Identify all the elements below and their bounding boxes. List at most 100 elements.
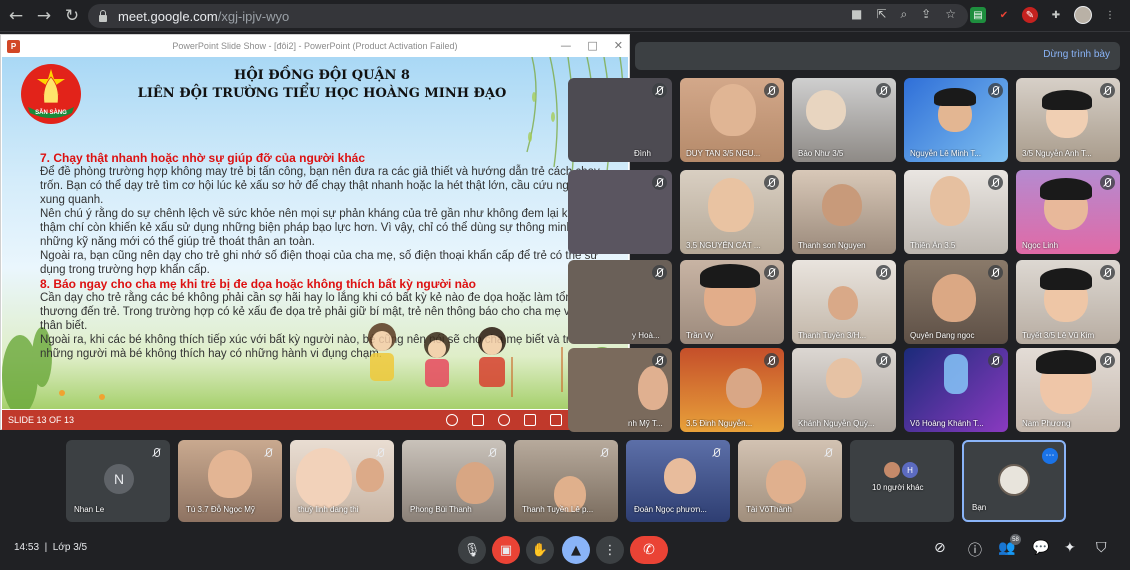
participant-name: Nhan Le <box>74 505 105 514</box>
participant-name: Đoàn Ngọc phươn... <box>634 505 707 514</box>
mute-all-icon[interactable]: ⊘ <box>934 540 946 556</box>
search-icon[interactable]: ⌕ <box>900 7 907 22</box>
participant-tile[interactable]: 3/5 Nguyễn Anh T... <box>1016 78 1120 162</box>
mic-off-icon <box>988 83 1003 98</box>
participant-tile[interactable]: thuỳ linh dang thi <box>290 440 394 522</box>
participant-tile[interactable] <box>568 170 672 254</box>
previous-slide-icon[interactable] <box>446 414 458 426</box>
participant-name: Ngọc Linh <box>1022 241 1059 250</box>
extension-check-icon[interactable]: ✔ <box>996 7 1012 23</box>
participant-tile[interactable]: 3.5 Đinh Nguyễn... <box>680 348 784 432</box>
bookmark-star-icon[interactable]: ☆ <box>945 7 956 22</box>
participant-tile[interactable]: Ngọc Linh <box>1016 170 1120 254</box>
stop-presenting-button[interactable]: Dừng trình bày <box>1043 49 1110 60</box>
more-options-icon[interactable]: ⋯ <box>1042 448 1058 464</box>
mic-off-icon <box>652 83 667 98</box>
present-button[interactable]: ▲ <box>562 536 590 564</box>
pen-tool-icon[interactable] <box>472 414 484 426</box>
menu-kebab-icon[interactable]: ⋮ <box>1102 7 1118 23</box>
meeting-name: Lớp 3/5 <box>52 542 88 553</box>
host-controls-icon[interactable]: ⛉ <box>1096 540 1107 556</box>
participant-tile[interactable]: DUY TAN 3/5 NGU... <box>680 78 784 162</box>
participant-tile[interactable]: Tuyết 3/5 Lê Vũ Kim <box>1016 260 1120 344</box>
more-options-button[interactable]: ⋮ <box>596 536 624 564</box>
participant-tile[interactable]: Thiên Ân 3.5 <box>904 170 1008 254</box>
participant-name: Nguyễn Lê Minh T... <box>910 149 982 158</box>
mic-off-icon <box>1100 353 1115 368</box>
slide-canvas: SẴN SÀNG HỘI ĐỒNG ĐỘI QUẬN 8 LIÊN ĐỘI TR… <box>2 57 628 409</box>
slide-view-icon[interactable] <box>524 414 536 426</box>
participant-tile[interactable]: Khánh Nguyễn Quỳ... <box>792 348 896 432</box>
participant-tile[interactable]: Thanh son Nguyen <box>792 170 896 254</box>
participant-name: Thiên Ân 3.5 <box>910 241 956 250</box>
address-bar[interactable]: meet.google.com /xgj-ipjv-wyo ■ ⇱ ⌕ ⇪ ☆ <box>88 4 968 28</box>
mic-off-icon <box>764 175 779 190</box>
mic-off-icon <box>822 446 836 460</box>
cartoon-children-illustration <box>368 323 506 387</box>
self-avatar <box>998 464 1030 496</box>
mic-off-icon <box>150 446 164 460</box>
info-icon[interactable]: ⓘ <box>968 540 982 560</box>
participant-name: Tài VõThành <box>746 505 792 514</box>
extension-red-icon[interactable]: ✎ <box>1022 7 1038 23</box>
microphone-button[interactable]: 🎙 <box>458 536 486 564</box>
chat-icon[interactable]: 💬 <box>1032 540 1049 556</box>
mic-off-icon <box>1100 83 1115 98</box>
participant-tile[interactable]: Tú 3.7 Đỗ Ngọc Mỹ <box>178 440 282 522</box>
share-icon[interactable]: ⇪ <box>921 7 931 22</box>
grid-view-icon[interactable] <box>550 414 562 426</box>
participant-tile[interactable]: 3.5 NGUYỄN CÁT ... <box>680 170 784 254</box>
participant-tile[interactable]: Nguyễn Lê Minh T... <box>904 78 1008 162</box>
activities-icon[interactable]: ✦ <box>1064 540 1076 556</box>
powerpoint-titlebar: P PowerPoint Slide Show - [đôi2] - Power… <box>1 35 629 57</box>
mic-off-icon <box>1100 175 1115 190</box>
participant-tile[interactable]: Phong Bùi Thanh <box>402 440 506 522</box>
participant-tile[interactable]: Đình <box>568 78 672 162</box>
leave-call-button[interactable]: ✆ <box>630 536 668 564</box>
mic-off-icon <box>988 175 1003 190</box>
emblem-text: SẴN SÀNG <box>35 109 67 116</box>
participant-tile[interactable]: Quyên Dang ngoc <box>904 260 1008 344</box>
participant-tile[interactable]: Tài VõThành <box>738 440 842 522</box>
mic-off-icon <box>876 265 891 280</box>
participant-tile[interactable]: Thanh Tuyền 3/H... <box>792 260 896 344</box>
participant-name: thuỳ linh dang thi <box>298 505 359 514</box>
mic-off-icon <box>988 265 1003 280</box>
open-external-icon[interactable]: ⇱ <box>876 7 886 22</box>
forward-icon[interactable]: → <box>32 4 56 28</box>
profile-avatar[interactable] <box>1074 6 1092 24</box>
slide-header: HỘI ĐỒNG ĐỘI QUẬN 8 LIÊN ĐỘI TRƯỜNG TIỂU… <box>102 67 542 103</box>
participant-tile[interactable]: nh Mỹ T... <box>568 348 672 432</box>
participant-tile[interactable]: Bảo Như 3/5 <box>792 78 896 162</box>
participant-name: Quyên Dang ngoc <box>910 331 975 340</box>
browser-toolbar: ← → ↻ meet.google.com /xgj-ipjv-wyo ■ ⇱ … <box>0 0 1130 32</box>
camera-icon[interactable]: ■ <box>851 7 862 22</box>
participant-name: Phong Bùi Thanh <box>410 505 472 514</box>
others-tile[interactable]: H 10 người khác <box>850 440 954 522</box>
camera-off-button[interactable]: ▣ <box>492 536 520 564</box>
paragraph: Để đề phòng trường hợp không may trẻ bị … <box>40 166 600 206</box>
mic-off-icon <box>764 83 779 98</box>
participant-tile[interactable]: Đoàn Ngọc phươn... <box>626 440 730 522</box>
participant-tile[interactable]: Nam Phương <box>1016 348 1120 432</box>
participant-tile[interactable]: Võ Hoàng Khánh T... <box>904 348 1008 432</box>
participant-tile[interactable]: Trần Vy <box>680 260 784 344</box>
close-icon[interactable]: ✕ <box>614 39 623 52</box>
participant-tile[interactable]: Thanh Tuyền Lê p... <box>514 440 618 522</box>
back-icon[interactable]: ← <box>4 4 28 28</box>
slide-counter: SLIDE 13 OF 13 <box>8 415 75 425</box>
raise-hand-button[interactable]: ✋ <box>526 536 554 564</box>
participant-tile[interactable]: y Hoà... <box>568 260 672 344</box>
participant-tile[interactable]: N Nhan Le <box>66 440 170 522</box>
minimize-icon[interactable]: — <box>560 39 571 52</box>
extensions-puzzle-icon[interactable]: ✚ <box>1048 7 1064 23</box>
maximize-icon[interactable]: □ <box>587 39 597 52</box>
self-tile[interactable]: ⋯ Bạn <box>962 440 1066 522</box>
powerpoint-window: P PowerPoint Slide Show - [đôi2] - Power… <box>0 34 630 430</box>
extension-sheet-icon[interactable]: ▤ <box>970 7 986 23</box>
next-slide-icon[interactable] <box>498 414 510 426</box>
avatar: N <box>104 464 134 494</box>
mic-off-icon <box>988 353 1003 368</box>
reload-icon[interactable]: ↻ <box>60 4 84 28</box>
participant-name: Thanh Tuyền 3/H... <box>798 331 867 340</box>
